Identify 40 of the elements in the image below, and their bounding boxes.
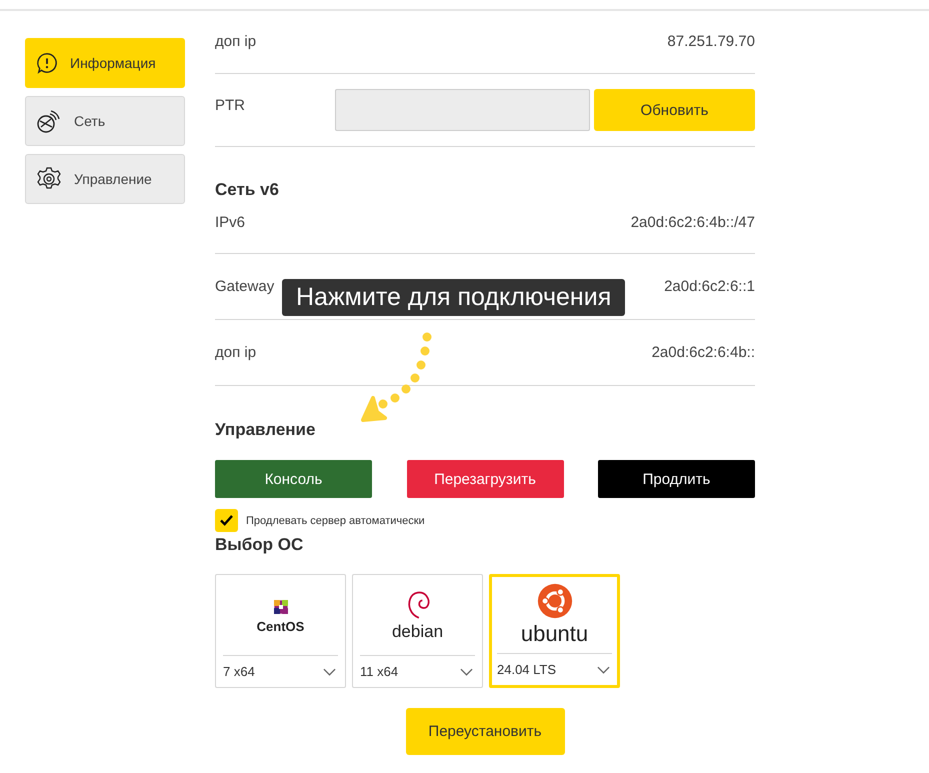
field-value: 2a0d:6c2:6::1 bbox=[664, 278, 755, 295]
os-card[interactable]: debian 11 x64 bbox=[352, 574, 483, 688]
chevron-down-icon bbox=[597, 666, 610, 674]
os-name: CentOS bbox=[256, 618, 304, 634]
checkbox[interactable] bbox=[215, 509, 238, 532]
field-label: Gateway bbox=[215, 278, 274, 295]
version-select[interactable]: 24.04 LTS bbox=[497, 654, 612, 685]
action-button[interactable]: Продлить bbox=[598, 460, 755, 498]
field-value: 2a0d:6c2:6:4b:: bbox=[652, 344, 755, 361]
section-heading: Сеть v6 bbox=[215, 180, 280, 200]
field-value: 87.251.79.70 bbox=[667, 33, 755, 50]
field-label: доп ip bbox=[215, 33, 256, 50]
os-card[interactable]: ubuntu 24.04 LTS bbox=[489, 574, 620, 688]
field-label: PTR bbox=[215, 97, 246, 114]
sidebar-item[interactable]: Сеть bbox=[25, 96, 185, 146]
field-value: 2a0d:6c2:6:4b::/47 bbox=[630, 214, 755, 231]
alert-icon bbox=[36, 52, 58, 74]
action-button[interactable]: Перезагрузить bbox=[406, 460, 564, 498]
section-heading: Управление bbox=[215, 420, 316, 440]
os-name: debian bbox=[392, 622, 444, 642]
circle-of-friends-logo-icon bbox=[536, 583, 572, 619]
chevron-down-icon bbox=[460, 668, 473, 676]
ptr-input-field[interactable] bbox=[335, 89, 590, 131]
os-name: ubuntu bbox=[520, 621, 588, 647]
section-heading: Выбор ОС bbox=[215, 535, 304, 555]
update-button[interactable]: Обновить bbox=[594, 89, 755, 131]
field-label: доп ip bbox=[215, 344, 256, 361]
sidebar-item[interactable]: Информация bbox=[25, 38, 185, 88]
tooltip: Нажмите для подключения bbox=[282, 279, 626, 316]
version-select[interactable]: 7 x64 bbox=[223, 656, 338, 687]
version-select[interactable]: 11 x64 bbox=[360, 656, 475, 687]
checkbox-label: Продлевать сервер автоматически bbox=[246, 514, 425, 526]
os-card[interactable]: CentOS 7 x64 bbox=[215, 574, 346, 688]
check-icon bbox=[220, 515, 233, 526]
chevron-down-icon bbox=[323, 668, 336, 676]
action-button[interactable]: Консоль bbox=[215, 460, 372, 498]
sidebar-item[interactable]: Управление bbox=[25, 154, 185, 204]
reinstall-button[interactable]: Переустановить bbox=[406, 708, 564, 755]
field-label: IPv6 bbox=[215, 214, 246, 231]
network-icon bbox=[36, 108, 62, 134]
